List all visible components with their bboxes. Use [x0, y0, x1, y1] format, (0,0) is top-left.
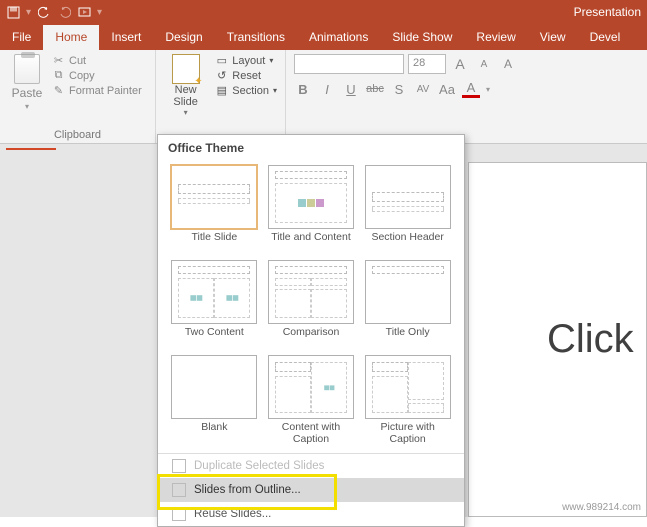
shrink-font-button[interactable]: A — [474, 54, 494, 74]
font-color-button[interactable]: A — [462, 80, 480, 98]
slides-group: New Slide ▾ ▭Layout▾ ↺Reset ▤Section▾ — [156, 50, 286, 143]
layout-gallery: Title Slide Title and Content Section He… — [158, 161, 464, 451]
tab-slideshow[interactable]: Slide Show — [380, 25, 464, 50]
ribbon: Paste ▾ ✂Cut ⧉Copy ✎Format Painter Clipb… — [0, 50, 647, 144]
paste-icon — [14, 54, 40, 84]
tab-transitions[interactable]: Transitions — [215, 25, 297, 50]
clear-format-button[interactable]: A — [498, 54, 518, 74]
qat-dropdown-icon[interactable]: ▾ — [97, 7, 102, 18]
copy-icon: ⧉ — [52, 69, 65, 82]
tab-developer[interactable]: Devel — [578, 25, 633, 50]
layout-title-slide[interactable]: Title Slide — [166, 161, 263, 256]
slides-from-outline-item[interactable]: Slides from Outline... — [158, 478, 464, 502]
reuse-slides-item[interactable]: Reuse Slides... — [158, 502, 464, 526]
tab-animations[interactable]: Animations — [297, 25, 380, 50]
dropdown-header: Office Theme — [158, 135, 464, 161]
layout-content-with-caption[interactable]: Content with Caption — [263, 351, 360, 447]
layout-section-header[interactable]: Section Header — [359, 161, 456, 256]
tab-design[interactable]: Design — [153, 25, 214, 50]
scissors-icon: ✂ — [52, 54, 65, 67]
new-slide-button[interactable]: New Slide ▾ — [164, 54, 207, 117]
start-from-beginning-icon[interactable] — [77, 5, 91, 19]
title-placeholder[interactable]: Click — [547, 317, 634, 362]
outline-icon — [172, 483, 186, 497]
grow-font-button[interactable]: A — [450, 54, 470, 74]
layout-blank[interactable]: Blank — [166, 351, 263, 447]
font-size-combo[interactable]: 28 — [408, 54, 446, 74]
italic-button[interactable]: I — [318, 82, 336, 97]
layout-comparison[interactable]: Comparison — [263, 256, 360, 351]
new-slide-dropdown: Office Theme Title Slide Title and Conte… — [157, 134, 465, 527]
thumbnail-pane[interactable] — [0, 144, 150, 517]
tab-file[interactable]: File — [0, 25, 43, 50]
layout-picture-with-caption[interactable]: Picture with Caption — [359, 351, 456, 447]
section-button[interactable]: ▤Section▾ — [215, 84, 277, 97]
cut-button[interactable]: ✂Cut — [52, 54, 142, 67]
format-painter-button[interactable]: ✎Format Painter — [52, 84, 142, 97]
tab-home[interactable]: Home — [43, 25, 99, 50]
layout-title-only[interactable]: Title Only — [359, 256, 456, 351]
copy-button[interactable]: ⧉Copy — [52, 69, 142, 82]
brush-icon: ✎ — [52, 84, 65, 97]
quick-access-toolbar: ▾ ▾ — [6, 5, 102, 19]
save-icon[interactable] — [6, 5, 20, 19]
clipboard-group-label: Clipboard — [8, 127, 147, 141]
layout-icon: ▭ — [215, 54, 228, 67]
layout-button[interactable]: ▭Layout▾ — [215, 54, 277, 67]
ribbon-tabs: File Home Insert Design Transitions Anim… — [0, 24, 647, 50]
reset-icon: ↺ — [215, 69, 228, 82]
redo-icon[interactable] — [57, 5, 71, 19]
reuse-icon — [172, 507, 186, 521]
tab-insert[interactable]: Insert — [99, 25, 153, 50]
new-slide-dropdown-icon[interactable]: ▾ — [184, 108, 188, 117]
change-case-button[interactable]: Aa — [438, 82, 456, 97]
paste-label: Paste — [12, 86, 43, 100]
undo-icon[interactable] — [37, 5, 51, 19]
title-bar: ▾ ▾ Presentation — [0, 0, 647, 24]
reset-button[interactable]: ↺Reset — [215, 69, 277, 82]
slide-canvas[interactable]: Click — [468, 162, 647, 517]
insertion-marker — [6, 148, 56, 150]
document-title: Presentation — [574, 5, 641, 19]
duplicate-icon — [172, 459, 186, 473]
strikethrough-button[interactable]: abc — [366, 83, 384, 95]
font-group: 28 A A A B I U abc S AV Aa A ▾ — [286, 50, 647, 143]
qat-separator: ▾ — [26, 7, 31, 18]
layout-two-content[interactable]: Two Content — [166, 256, 263, 351]
duplicate-slides-item: Duplicate Selected Slides — [158, 454, 464, 478]
paste-button[interactable]: Paste ▾ — [8, 54, 46, 111]
char-spacing-button[interactable]: AV — [414, 84, 432, 95]
paste-dropdown-icon[interactable]: ▾ — [25, 102, 29, 111]
layout-title-and-content[interactable]: Title and Content — [263, 161, 360, 256]
underline-button[interactable]: U — [342, 82, 360, 97]
new-slide-icon — [172, 54, 200, 84]
clipboard-group: Paste ▾ ✂Cut ⧉Copy ✎Format Painter Clipb… — [0, 50, 156, 143]
watermark: www.989214.com — [562, 502, 641, 513]
font-name-combo[interactable] — [294, 54, 404, 74]
bold-button[interactable]: B — [294, 82, 312, 97]
section-icon: ▤ — [215, 84, 228, 97]
text-shadow-button[interactable]: S — [390, 82, 408, 97]
tab-review[interactable]: Review — [464, 25, 527, 50]
tab-view[interactable]: View — [528, 25, 578, 50]
